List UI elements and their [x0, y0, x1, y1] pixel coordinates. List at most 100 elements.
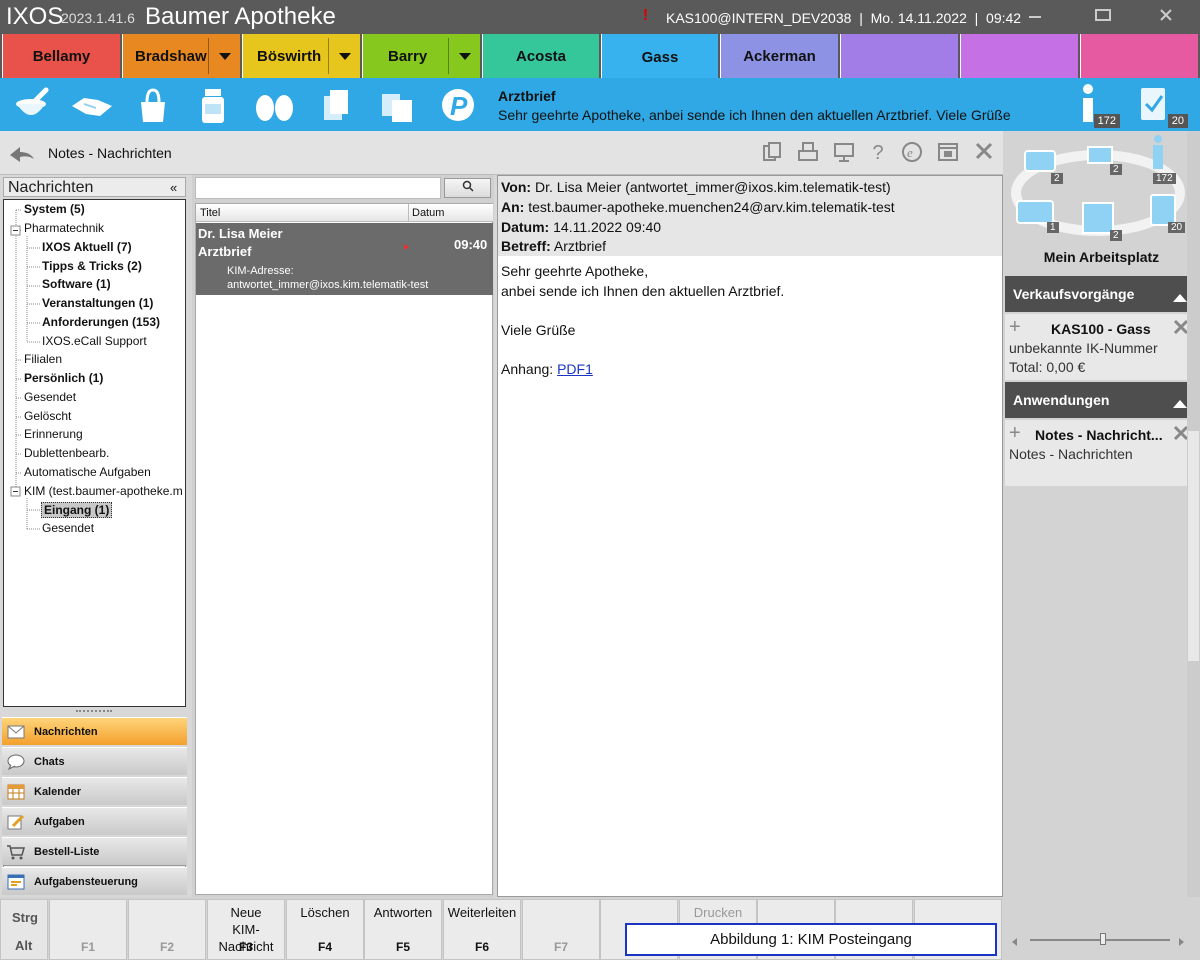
column-divider[interactable] [408, 204, 409, 222]
shopping-bag-icon[interactable] [134, 86, 174, 124]
tab-empty-3[interactable] [1080, 34, 1198, 78]
forward-button[interactable]: Weiterleiten F6 [443, 899, 521, 960]
tab-empty-1[interactable] [840, 34, 958, 78]
f2-key[interactable]: F2 [128, 899, 206, 960]
tree-item-kim[interactable]: KIM (test.baumer-apotheke.m [24, 484, 183, 498]
copy-icon[interactable] [760, 141, 784, 165]
plus-icon[interactable]: + [1009, 316, 1021, 339]
minimize-button[interactable] [1015, 4, 1055, 30]
close-window-button[interactable] [1146, 4, 1186, 30]
maximize-button[interactable] [1083, 4, 1123, 30]
attachment-link[interactable]: PDF1 [557, 361, 593, 377]
tree-item-tipps-tricks[interactable]: Tipps & Tricks (2) [42, 259, 142, 273]
tree-item-dublettenbearb[interactable]: Dublettenbearb. [24, 446, 109, 460]
date-value: 14.11.2022 09:40 [553, 219, 662, 235]
search-button[interactable] [444, 178, 491, 198]
tree-item-pharmatechnik[interactable]: Pharmatechnik [24, 221, 104, 235]
f7-key[interactable]: F7 [522, 899, 600, 960]
tree-item-persoenlich[interactable]: Persönlich (1) [24, 371, 103, 385]
tree-item-kim-gesendet[interactable]: Gesendet [42, 521, 94, 535]
search-input[interactable] [195, 177, 441, 199]
new-kim-message-button[interactable]: Neue KIM-Nachricht F3 [207, 899, 285, 960]
tree-item-filialen[interactable]: Filialen [24, 352, 62, 366]
p-logo-icon[interactable]: P [440, 86, 480, 124]
window-settings-icon[interactable] [936, 141, 960, 165]
plus-icon[interactable]: + [1009, 422, 1021, 445]
tree-item-gesendet[interactable]: Gesendet [24, 390, 76, 404]
column-header-date[interactable]: Datum [412, 207, 444, 219]
message-row[interactable]: Dr. Lisa Meier Arztbrief 09:40 KIM-Adres… [196, 223, 493, 295]
zoom-out-icon[interactable] [1010, 935, 1018, 950]
tab-empty-2[interactable] [960, 34, 1078, 78]
chevron-down-icon[interactable] [328, 38, 360, 74]
tree-item-erinnerung[interactable]: Erinnerung [24, 427, 83, 441]
strg-key[interactable]: Strg [12, 910, 38, 925]
chevron-down-icon[interactable] [208, 38, 240, 74]
tree-item-ixos-aktuell[interactable]: IXOS Aktuell (7) [42, 240, 132, 254]
tree-item-system[interactable]: System (5) [24, 202, 85, 216]
handshake-icon[interactable] [70, 86, 112, 124]
tree-item-anforderungen[interactable]: Anforderungen (153) [42, 315, 160, 329]
workspace-graphic[interactable]: 2 2 172 1 2 20 [1003, 131, 1200, 249]
section-title: Verkaufsvorgänge [1013, 286, 1135, 302]
tab-barry[interactable]: Barry [362, 34, 480, 78]
tree-item-eingang[interactable]: Eingang (1) [41, 502, 113, 518]
collapse-up-icon[interactable] [1173, 395, 1187, 411]
tab-bradshaw[interactable]: Bradshaw [122, 34, 240, 78]
message-view: Von: Dr. Lisa Meier (antwortet_immer@ixo… [497, 175, 1003, 897]
tasks-clipboard-icon[interactable]: 20 [1138, 82, 1188, 128]
scroll-thumb[interactable] [1188, 431, 1199, 661]
section-title: Anwendungen [1013, 392, 1110, 408]
apps-section-header[interactable]: Anwendungen [1005, 382, 1197, 418]
nav-aufgabensteuerung[interactable]: Aufgabensteuerung [2, 867, 187, 895]
info-icon[interactable]: 172 [1074, 82, 1120, 128]
column-header-title[interactable]: Titel [200, 207, 220, 219]
sales-section-header[interactable]: Verkaufsvorgänge [1005, 276, 1197, 312]
baby-feet-icon[interactable] [252, 86, 293, 124]
back-arrow-icon[interactable] [8, 143, 36, 166]
tab-bellamy[interactable]: Bellamy [2, 34, 120, 78]
nav-kalender[interactable]: Kalender [2, 777, 187, 805]
nav-aufgaben[interactable]: Aufgaben [2, 807, 187, 835]
chevron-down-icon[interactable] [448, 38, 480, 74]
help-icon[interactable]: ? [866, 141, 890, 165]
tab-boeswirth[interactable]: Böswirth [242, 34, 360, 78]
workspace-scrollbar[interactable] [1187, 131, 1200, 929]
mortar-icon[interactable] [12, 86, 52, 124]
nav-chats[interactable]: Chats [2, 747, 187, 775]
boxes-icon[interactable] [378, 86, 418, 124]
fkey-number: F2 [159, 940, 174, 954]
tree-item-geloescht[interactable]: Gelöscht [24, 409, 71, 423]
monitor-icon[interactable] [832, 141, 856, 165]
body-line: Sehr geehrte Apotheke, [501, 263, 649, 279]
close-module-icon[interactable] [972, 141, 996, 165]
collapse-up-icon[interactable] [1173, 289, 1187, 305]
collapse-icon[interactable]: « [170, 180, 177, 195]
print-icon[interactable] [796, 141, 820, 165]
f1-key[interactable]: F1 [49, 899, 127, 960]
tree-item-software[interactable]: Software (1) [42, 277, 111, 291]
zoom-in-icon[interactable] [1178, 935, 1186, 950]
task-control-icon [6, 873, 26, 891]
documents-icon[interactable] [318, 86, 358, 124]
zoom-slider[interactable] [1010, 931, 1190, 951]
tree-item-automatische-aufgaben[interactable]: Automatische Aufgaben [24, 465, 151, 479]
tab-acosta[interactable]: Acosta [482, 34, 599, 78]
tab-ackerman[interactable]: Ackerman [720, 34, 838, 78]
splitter-grip[interactable] [76, 710, 112, 713]
app-entry[interactable]: + Notes - Nachricht... Notes - Nachricht… [1005, 420, 1197, 486]
reply-button[interactable]: Antworten F5 [364, 899, 442, 960]
nav-bestell-liste[interactable]: Bestell-Liste [2, 837, 187, 865]
sale-info: unbekannte IK-Nummer [1009, 340, 1158, 356]
alt-key[interactable]: Alt [15, 938, 32, 953]
warning-icon[interactable]: ! [638, 7, 653, 25]
nav-nachrichten[interactable]: Nachrichten [2, 717, 187, 745]
delete-button[interactable]: Löschen F4 [286, 899, 364, 960]
tree-item-ecall-support[interactable]: IXOS.eCall Support [42, 334, 147, 348]
medicine-jar-icon[interactable] [196, 86, 236, 124]
tree-item-veranstaltungen[interactable]: Veranstaltungen (1) [42, 296, 153, 310]
sales-entry[interactable]: + KAS100 - Gass unbekannte IK-Nummer Tot… [1005, 314, 1197, 380]
slider-thumb[interactable] [1100, 933, 1106, 945]
ecall-icon[interactable]: e [900, 141, 924, 165]
tab-gass[interactable]: Gass [601, 34, 718, 80]
